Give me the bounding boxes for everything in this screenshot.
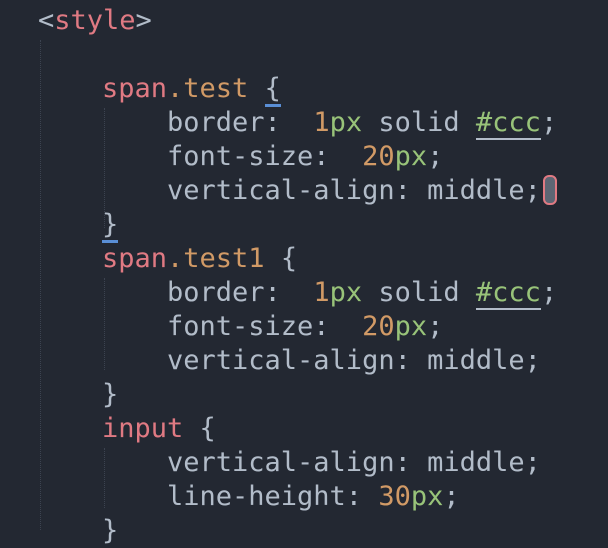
semicolon: ; — [524, 447, 541, 478]
code-line-declaration[interactable]: font-size: 20px; — [167, 140, 443, 174]
property-name: vertical-align: — [167, 447, 411, 478]
property-name: font-size: — [167, 141, 330, 172]
number-value: 30 — [378, 481, 411, 512]
semicolon: ; — [540, 107, 558, 138]
number-value: 1 — [313, 107, 330, 138]
close-brace-matched: } — [102, 209, 119, 243]
unit-value: px — [329, 107, 363, 138]
code-line-selector[interactable]: span.test1 { — [102, 242, 297, 276]
keyword-value: solid — [378, 107, 460, 138]
keyword-value: middle — [427, 447, 525, 478]
close-brace: } — [102, 515, 119, 546]
code-line-close-brace[interactable]: } — [102, 378, 118, 412]
code-line-close-brace[interactable]: } — [102, 208, 119, 243]
code-line-declaration[interactable]: line-height: 30px; — [167, 480, 460, 514]
number-value: 20 — [362, 141, 395, 172]
unit-value: px — [329, 277, 363, 308]
code-editor[interactable]: <style> span.test { border: 1px solid #c… — [0, 0, 608, 546]
code-line-declaration[interactable]: border: 1px solid #ccc; — [167, 106, 557, 140]
property-name: vertical-align: — [167, 345, 411, 376]
color-value: #ccc — [475, 277, 541, 310]
code-line-declaration[interactable]: vertical-align: middle; — [167, 344, 541, 378]
semicolon: ; — [427, 311, 444, 342]
tag-open-bracket: < — [38, 5, 55, 36]
indent-guide — [104, 448, 105, 508]
property-name: border: — [167, 277, 281, 308]
semicolon: ; — [524, 345, 541, 376]
code-line-declaration[interactable]: font-size: 20px; — [167, 310, 443, 344]
unit-value: px — [394, 141, 428, 172]
style-tag-name: style — [54, 5, 136, 36]
semicolon: ; — [540, 277, 558, 308]
selector-class: .test1 — [167, 243, 265, 274]
text-cursor — [542, 174, 557, 205]
property-name: line-height: — [167, 481, 363, 512]
tag-close-bracket: > — [135, 5, 152, 36]
close-brace: } — [102, 379, 119, 410]
open-brace: { — [199, 413, 216, 444]
code-line-selector[interactable]: span.test { — [102, 72, 281, 107]
code-line-declaration[interactable]: vertical-align: middle; — [167, 446, 541, 480]
code-line-declaration[interactable]: vertical-align: middle; — [167, 174, 557, 208]
code-line-close-brace[interactable]: } — [102, 514, 118, 548]
color-value: #ccc — [475, 107, 541, 140]
indent-guide — [104, 278, 105, 370]
number-value: 1 — [313, 277, 330, 308]
semicolon: ; — [427, 141, 444, 172]
property-name: font-size: — [167, 311, 330, 342]
property-name: border: — [167, 107, 281, 138]
number-value: 20 — [362, 311, 395, 342]
selector-tag: span — [102, 243, 168, 274]
keyword-value: middle — [427, 175, 525, 206]
semicolon: ; — [524, 175, 541, 206]
unit-value: px — [394, 311, 428, 342]
property-name: vertical-align: — [167, 175, 411, 206]
code-line-declaration[interactable]: border: 1px solid #ccc; — [167, 276, 557, 310]
code-line-style-open[interactable]: <style> — [38, 4, 152, 38]
open-brace: { — [280, 243, 298, 274]
keyword-value: middle — [427, 345, 525, 376]
unit-value: px — [410, 481, 444, 512]
indent-guide — [40, 40, 41, 530]
open-brace-matched: { — [264, 73, 281, 107]
semicolon: ; — [443, 481, 460, 512]
selector-class: .test — [167, 73, 249, 104]
selector-tag: span — [102, 73, 168, 104]
selector-tag: input — [102, 413, 184, 444]
code-line-selector[interactable]: input { — [102, 412, 216, 446]
keyword-value: solid — [378, 277, 460, 308]
